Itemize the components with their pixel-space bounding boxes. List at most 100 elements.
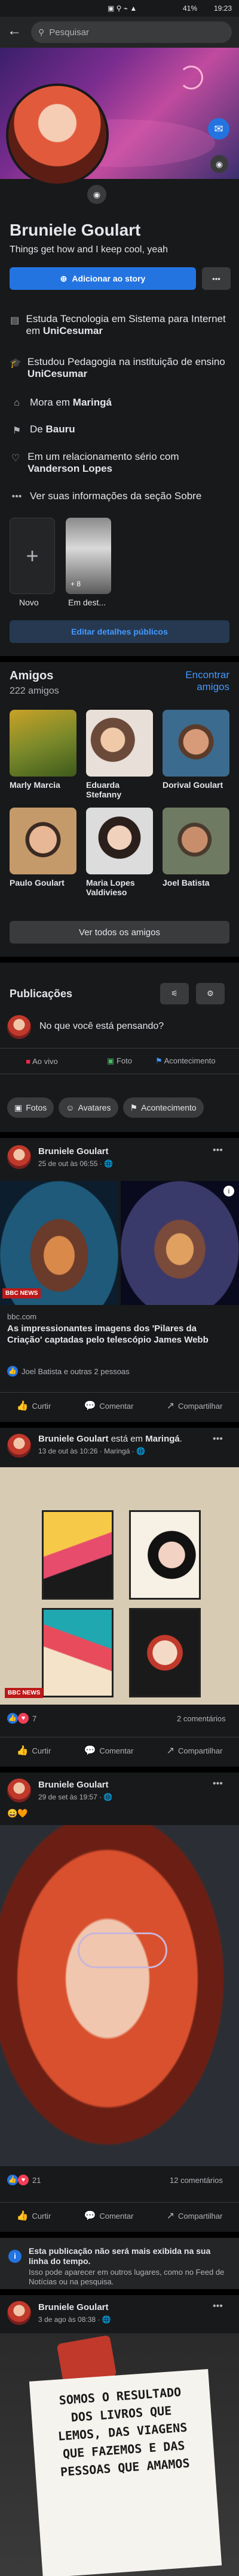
avatar-icon: ☺ bbox=[66, 1103, 75, 1112]
composer-input[interactable]: No que você está pensando? bbox=[39, 1021, 164, 1032]
search-placeholder: Pesquisar bbox=[49, 27, 89, 38]
search-input[interactable]: ⚲ Pesquisar bbox=[31, 21, 232, 43]
painting-1 bbox=[42, 1510, 114, 1600]
avatar[interactable] bbox=[7, 1779, 31, 1802]
comment-button[interactable]: 💬 Comentar bbox=[84, 1745, 133, 1756]
post-author[interactable]: Bruniele Goulart bbox=[38, 2302, 109, 2312]
more-icon: ••• bbox=[11, 491, 22, 502]
post-menu-icon[interactable]: ••• bbox=[213, 1434, 223, 1445]
avatar-camera-icon[interactable]: ◉ bbox=[87, 185, 106, 204]
featured-new-button[interactable]: + bbox=[10, 518, 55, 594]
avatar[interactable] bbox=[7, 1145, 31, 1169]
friend-card[interactable]: Maria Lopes Valdivieso bbox=[86, 808, 153, 897]
info-work: ▤ Estuda Tecnologia em Sistema para Inte… bbox=[10, 313, 226, 336]
separator bbox=[0, 2232, 239, 2238]
post-date: 3 de ago às 08:38 · 🌐 bbox=[38, 2315, 111, 2324]
tab-life-events[interactable]: ⚑ Acontecimento bbox=[122, 1097, 204, 1118]
back-arrow-icon[interactable]: ← bbox=[7, 23, 22, 39]
settings-button[interactable]: ⚙ bbox=[196, 983, 225, 1004]
tab-photos[interactable]: ▣ Fotos bbox=[7, 1097, 54, 1118]
status-bar: ▣ ⚲ ⌁ ▲ 41% 19:23 bbox=[0, 0, 239, 17]
painting-3 bbox=[42, 1608, 114, 1697]
post-author[interactable]: Bruniele Goulart bbox=[38, 1146, 109, 1156]
friends-count: 222 amigos bbox=[10, 686, 59, 696]
like-icon: 👍 bbox=[16, 1400, 29, 1411]
share-button[interactable]: ↗ Compartilhar bbox=[167, 2210, 223, 2222]
friend-name: Eduarda Stefanny bbox=[86, 780, 122, 799]
post-place[interactable]: Maringá bbox=[145, 1434, 180, 1444]
find-friends-link[interactable]: Encontrar amigos bbox=[177, 669, 229, 693]
friend-card[interactable]: Paulo Goulart bbox=[10, 808, 76, 887]
notice-title: Esta publicação não será mais exibida na… bbox=[29, 2246, 211, 2266]
top-bar: ← ⚲ Pesquisar bbox=[0, 17, 239, 48]
heart-icon: ♡ bbox=[11, 453, 20, 463]
avatar[interactable] bbox=[7, 1015, 31, 1039]
more-options-button[interactable]: ••• bbox=[202, 267, 231, 290]
post-actions: 👍 Curtir 💬 Comentar ↗ Compartilhar bbox=[0, 1392, 239, 1418]
avatar[interactable] bbox=[7, 2301, 31, 2325]
filter-button[interactable]: ⚟ bbox=[160, 983, 189, 1004]
like-reaction-icon: 👍 bbox=[7, 1366, 18, 1377]
featured-item[interactable]: + 8 bbox=[66, 518, 111, 594]
featured-item-count: + 8 bbox=[71, 580, 81, 588]
edit-public-details-button[interactable]: Editar detalhes públicos bbox=[10, 620, 229, 643]
friend-card[interactable]: Eduarda Stefanny bbox=[86, 710, 153, 799]
education-icon: 🎓 bbox=[10, 358, 22, 369]
separator bbox=[0, 1422, 239, 1428]
post-image-left[interactable]: BBC NEWS bbox=[0, 1181, 118, 1305]
share-icon: ↗ bbox=[166, 2210, 174, 2221]
cover-camera-icon[interactable]: ◉ bbox=[210, 155, 228, 173]
like-button[interactable]: 👍 Curtir bbox=[17, 1400, 51, 1412]
friend-card[interactable]: Dorival Goulart bbox=[163, 710, 229, 790]
post-author[interactable]: Bruniele Goulart bbox=[38, 1434, 109, 1444]
like-button[interactable]: 👍 Curtir bbox=[17, 1745, 51, 1756]
avatar[interactable] bbox=[7, 1434, 31, 1458]
like-icon: 👍 bbox=[16, 2210, 29, 2221]
post-menu-icon[interactable]: ••• bbox=[213, 2301, 223, 2312]
info-relationship: ♡ Em um relacionamento sério com Vanders… bbox=[10, 451, 229, 475]
share-icon: ↗ bbox=[166, 1745, 174, 1756]
profile-bio: Things get how and I keep cool, yeah bbox=[10, 245, 168, 255]
note-paper: SOMOS O RESULTADO DOS LIVROS QUE LEMOS, … bbox=[29, 2368, 222, 2576]
reaction-summary: 👍 Joel Batista e outras 2 pessoas bbox=[7, 1366, 130, 1377]
comment-button[interactable]: 💬 Comentar bbox=[84, 2210, 133, 2222]
comments-count[interactable]: 2 comentários bbox=[177, 1714, 226, 1723]
info-icon[interactable]: i bbox=[223, 1186, 234, 1196]
post-menu-icon[interactable]: ••• bbox=[213, 1145, 223, 1156]
post-photo-note[interactable]: SOMOS O RESULTADO DOS LIVROS QUE LEMOS, … bbox=[0, 2333, 239, 2576]
post-emoji: 😄🧡 bbox=[7, 1808, 28, 1818]
info-see-about[interactable]: ••• Ver suas informações da seção Sobre bbox=[10, 490, 202, 502]
painting-4 bbox=[129, 1608, 201, 1697]
add-story-button[interactable]: ⊕ Adicionar ao story bbox=[10, 267, 196, 290]
plus-icon: + bbox=[26, 543, 39, 568]
link-title[interactable]: As impressionantes imagens dos 'Pilares … bbox=[7, 1323, 232, 1346]
post-menu-icon[interactable]: ••• bbox=[213, 1779, 223, 1789]
reaction-summary: 👍 ♥ 7 bbox=[7, 1713, 36, 1724]
post-photo-selfie[interactable] bbox=[0, 1825, 239, 2166]
comments-count[interactable]: 12 comentários bbox=[170, 2176, 223, 2185]
plus-icon: ⊕ bbox=[60, 273, 68, 283]
friend-card[interactable]: Marly Marcia bbox=[10, 710, 76, 790]
comment-button[interactable]: 💬 Comentar bbox=[84, 1400, 133, 1412]
post-image-right[interactable]: i bbox=[121, 1181, 239, 1305]
profile-avatar[interactable] bbox=[6, 84, 109, 186]
post-author[interactable]: Bruniele Goulart bbox=[38, 1780, 109, 1790]
friends-title: Amigos bbox=[10, 669, 54, 682]
comment-icon: 💬 bbox=[84, 1745, 96, 1756]
live-button[interactable]: ■ Ao vivo bbox=[0, 1057, 84, 1066]
share-button[interactable]: ↗ Compartilhar bbox=[167, 1745, 223, 1756]
post-author-suffix: está em bbox=[108, 1434, 146, 1444]
love-reaction-icon: ♥ bbox=[18, 1713, 29, 1724]
photo-button[interactable]: ▣ Foto bbox=[84, 1056, 155, 1066]
life-event-button[interactable]: ⚑ Acontecimento bbox=[155, 1056, 239, 1066]
see-all-friends-button[interactable]: Ver todos os amigos bbox=[10, 921, 229, 944]
like-reaction-icon: 👍 bbox=[7, 1713, 18, 1724]
publications-title: Publicações bbox=[10, 988, 73, 1000]
messenger-icon[interactable]: ✉ bbox=[208, 118, 229, 140]
share-button[interactable]: ↗ Compartilhar bbox=[167, 1400, 223, 1412]
tab-avatars[interactable]: ☺ Avatares bbox=[59, 1097, 118, 1118]
post-photo-paintings[interactable]: BBC NEWS bbox=[0, 1467, 239, 1705]
like-button[interactable]: 👍 Curtir bbox=[17, 2210, 51, 2222]
friend-card[interactable]: Joel Batista bbox=[163, 808, 229, 887]
friend-photo bbox=[86, 808, 153, 874]
